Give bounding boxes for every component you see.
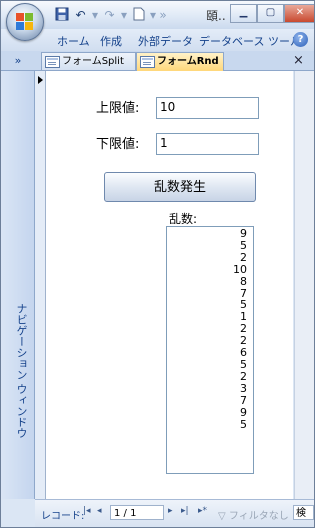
- tab-home[interactable]: ホーム: [57, 33, 90, 49]
- lower-limit-input[interactable]: 1: [156, 133, 259, 155]
- next-record-icon[interactable]: ▸: [168, 506, 173, 516]
- app-window: ↶ ▾ ↷ ▾ ▾ » 頤.. ▁ ▢ ✕ ホーム 作成 外部データ データベー…: [0, 0, 315, 528]
- nav-pane-toggle[interactable]: »: [1, 51, 35, 70]
- customize-icon[interactable]: ▾: [149, 7, 157, 23]
- filter-icon: ▽: [218, 511, 226, 522]
- random-number-item: 9: [240, 405, 247, 419]
- random-number-item: 9: [240, 227, 247, 240]
- maximize-icon[interactable]: ▢: [257, 4, 284, 23]
- random-number-item: 5: [240, 238, 247, 252]
- window-title: 頤..: [206, 9, 226, 23]
- new-record-icon[interactable]: ▸*: [198, 506, 207, 516]
- close-document-icon[interactable]: ×: [293, 52, 304, 69]
- tab-form-rnd-label: フォームRnd: [157, 56, 219, 67]
- current-record-input[interactable]: 1 / 1: [110, 505, 164, 520]
- more-commands-icon[interactable]: »: [159, 7, 167, 23]
- redo-icon[interactable]: ↷: [101, 7, 118, 23]
- random-number-item: 1: [240, 310, 247, 324]
- tab-form-split-label: フォームSplit: [62, 56, 124, 67]
- tab-create[interactable]: 作成: [100, 33, 122, 49]
- navigation-pane-label: ナビゲーション ウィンドウ: [15, 303, 28, 439]
- random-number-item: 2: [240, 334, 247, 348]
- first-record-icon[interactable]: |◂: [83, 506, 91, 516]
- record-navigation-bar: レコード: |◂ ◂ 1 / 1 ▸ ▸| ▸* ▽ フィルタなし 検索: [35, 499, 314, 527]
- lower-limit-label: 下限値:: [96, 137, 140, 152]
- form-icon: [45, 56, 60, 68]
- random-number-item: 5: [240, 298, 247, 312]
- random-number-item: 6: [240, 346, 247, 360]
- random-number-item: 2: [240, 369, 247, 383]
- undo-dropdown-icon[interactable]: ▾: [91, 7, 99, 23]
- random-number-item: 7: [240, 286, 247, 300]
- close-icon[interactable]: ✕: [284, 4, 314, 23]
- record-label: レコード:: [41, 511, 85, 522]
- office-logo-icon: [16, 13, 34, 31]
- last-record-icon[interactable]: ▸|: [181, 506, 189, 516]
- upper-limit-input[interactable]: 10: [156, 97, 259, 119]
- record-selector[interactable]: [35, 71, 46, 499]
- random-number-item: 5: [240, 357, 247, 371]
- no-filter-label: フィルタなし: [228, 511, 289, 522]
- window-controls: ▁ ▢ ✕: [230, 4, 314, 23]
- tab-form-split[interactable]: フォームSplit: [41, 52, 136, 70]
- generate-random-button[interactable]: 乱数発生: [104, 172, 256, 202]
- random-number-item: 3: [240, 381, 247, 395]
- navigation-pane[interactable]: ナビゲーション ウィンドウ: [1, 71, 35, 499]
- random-number-item: 7: [240, 393, 247, 407]
- random-number-item: 2: [240, 250, 247, 264]
- upper-limit-label: 上限値:: [96, 101, 140, 116]
- help-icon[interactable]: ?: [293, 32, 308, 47]
- search-input[interactable]: 検索: [293, 505, 314, 520]
- office-button[interactable]: [6, 3, 44, 41]
- quick-access-toolbar: ↶ ▾ ↷ ▾ ▾ »: [53, 7, 167, 23]
- previous-record-icon[interactable]: ◂: [97, 506, 102, 516]
- tab-database-tools[interactable]: データベース ツール: [199, 33, 301, 49]
- title-bar: ↶ ▾ ↷ ▾ ▾ » 頤.. ▁ ▢ ✕: [1, 1, 314, 29]
- random-numbers-label: 乱数:: [169, 212, 198, 226]
- vertical-scrollbar[interactable]: [294, 71, 314, 499]
- minimize-icon[interactable]: ▁: [230, 4, 257, 23]
- document-tab-bar: » フォームSplit フォームRnd ×: [1, 51, 314, 71]
- random-number-item: 8: [240, 274, 247, 288]
- no-filter-indicator[interactable]: ▽ フィルタなし: [218, 507, 289, 522]
- save-icon[interactable]: [53, 7, 70, 23]
- random-number-item: 5: [240, 417, 247, 431]
- undo-icon[interactable]: ↶: [72, 7, 89, 23]
- random-numbers-list[interactable]: 9 5 2 10 8 7 5 1 2 2 6 5 2 3 7 9 5: [166, 226, 254, 474]
- form-icon: [140, 56, 155, 68]
- redo-dropdown-icon[interactable]: ▾: [120, 7, 128, 23]
- ribbon-tabs: ホーム 作成 外部データ データベース ツール ?: [1, 29, 314, 52]
- random-number-item: 2: [240, 322, 247, 336]
- random-number-item: 10: [233, 262, 247, 276]
- document-icon[interactable]: [130, 7, 147, 23]
- current-record-icon: [38, 76, 43, 84]
- tab-form-rnd[interactable]: フォームRnd: [136, 52, 224, 71]
- tab-external-data[interactable]: 外部データ: [138, 33, 193, 49]
